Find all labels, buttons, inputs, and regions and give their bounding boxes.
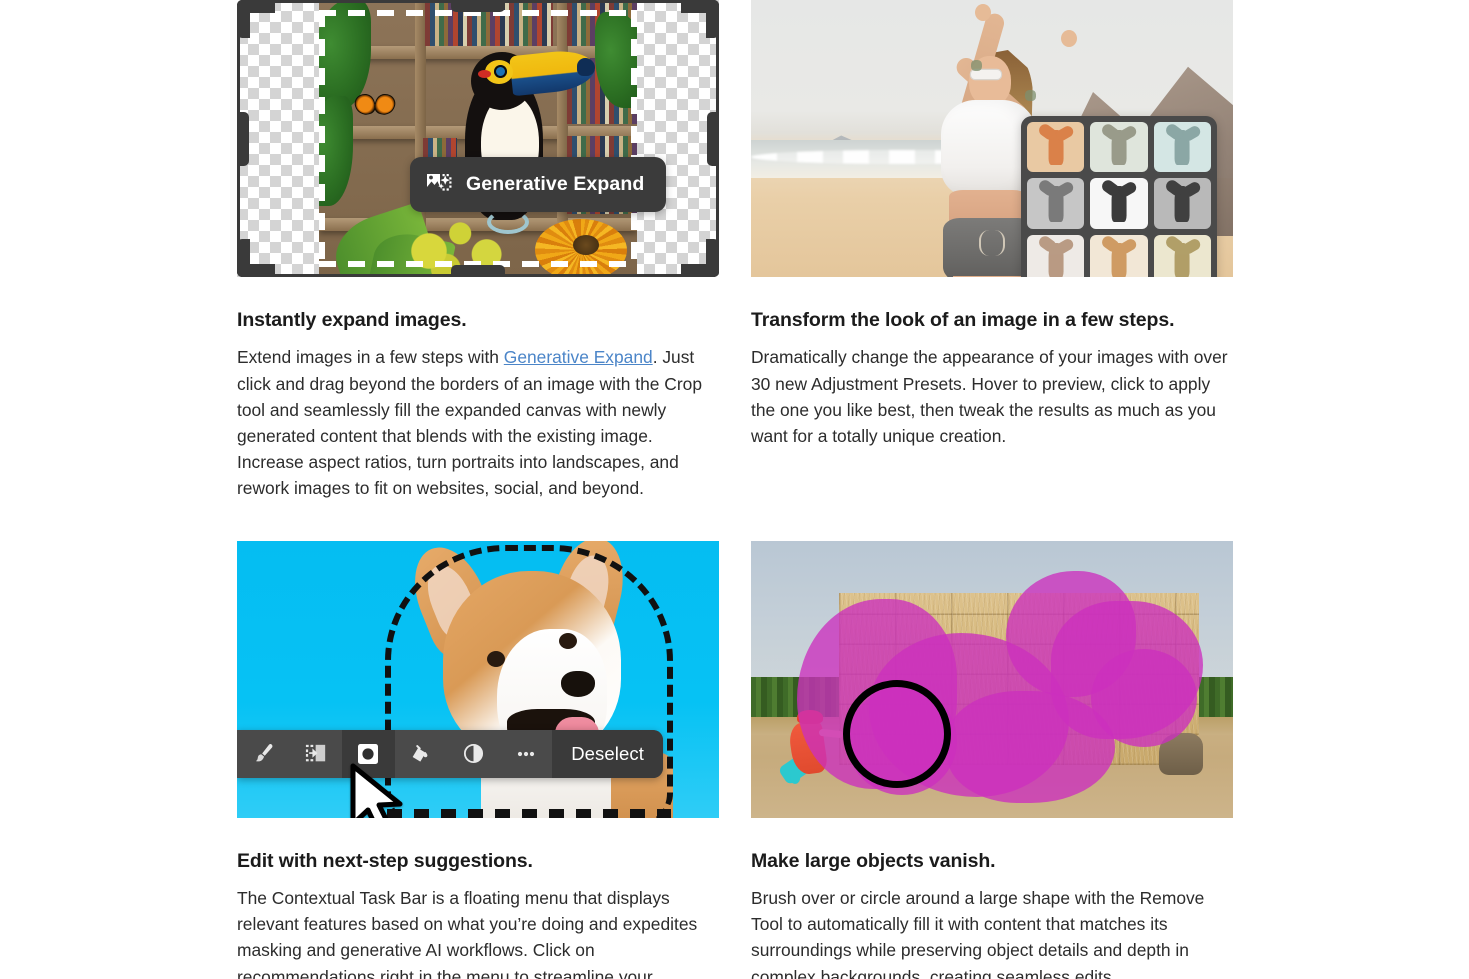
adjustment-presets-image bbox=[751, 0, 1233, 277]
corgi-eye bbox=[559, 632, 577, 649]
preset-thumbnail[interactable] bbox=[1153, 122, 1211, 173]
body-text-lead: Extend images in a few steps with bbox=[237, 347, 504, 368]
preset-thumbnail[interactable] bbox=[1027, 234, 1085, 277]
feature-card-adjustment-presets: Transform the look of an image in a few … bbox=[751, 0, 1233, 502]
child-hat bbox=[797, 709, 823, 724]
generative-expand-canvas-image: Generative Expand bbox=[237, 0, 719, 277]
tattoo bbox=[971, 60, 982, 71]
yellow-flowers bbox=[405, 203, 525, 277]
card-body: The Contextual Task Bar is a floating me… bbox=[237, 887, 698, 979]
feature-grid-page: Generative Expand Instantly expand image… bbox=[0, 0, 1469, 979]
feature-grid: Generative Expand Instantly expand image… bbox=[237, 0, 1233, 979]
feature-card-remove-tool: Make large objects vanish. Brush over or… bbox=[751, 540, 1233, 979]
child-in-red-dress bbox=[777, 708, 844, 786]
hand-left bbox=[975, 4, 991, 21]
remove-tool-image bbox=[751, 540, 1233, 818]
butterfly bbox=[352, 91, 398, 118]
preset-thumbnail[interactable] bbox=[1027, 178, 1085, 229]
card-title: Instantly expand images. bbox=[237, 309, 467, 331]
toucan-beak-tip bbox=[577, 58, 595, 76]
legs bbox=[953, 276, 1027, 277]
brush-tool-icon[interactable] bbox=[237, 730, 290, 778]
feature-card-contextual-task-bar: Deselect Edit with next-step suggestions… bbox=[237, 540, 719, 979]
generative-expand-link[interactable]: Generative Expand bbox=[504, 347, 653, 367]
preset-thumbnail[interactable] bbox=[1090, 234, 1148, 277]
preset-thumbnail[interactable] bbox=[1090, 178, 1148, 229]
mask-icon[interactable] bbox=[342, 729, 395, 778]
corgi-eye bbox=[487, 650, 505, 667]
preset-thumbnail[interactable] bbox=[1153, 178, 1211, 229]
corgi-nose bbox=[561, 670, 595, 697]
hay-field-scene bbox=[751, 540, 1233, 818]
preset-thumbnail[interactable] bbox=[1090, 122, 1148, 173]
body-text-rest: . Just click and drag beyond the borders… bbox=[237, 347, 702, 499]
card-body: Dramatically change the appearance of yo… bbox=[751, 347, 1228, 446]
card-title: Make large objects vanish. bbox=[751, 849, 996, 872]
fill-bucket-icon[interactable] bbox=[395, 730, 448, 778]
butterfly-wing bbox=[372, 91, 398, 118]
sunflower-core bbox=[573, 235, 599, 255]
preset-thumbnail[interactable] bbox=[1153, 234, 1211, 277]
adjustment-presets-panel[interactable] bbox=[1021, 116, 1217, 277]
more-options-icon[interactable] bbox=[500, 730, 553, 778]
toucan-face-marking bbox=[478, 70, 491, 78]
card-title: Transform the look of an image in a few … bbox=[751, 309, 1175, 331]
generative-expand-label: Generative Expand bbox=[466, 173, 645, 195]
adjustment-layer-icon[interactable] bbox=[447, 730, 500, 778]
sunglasses bbox=[971, 70, 1001, 79]
tattoo bbox=[1025, 90, 1036, 101]
deselect-button[interactable]: Deselect bbox=[552, 729, 663, 778]
card-body: Extend images in a few steps with Genera… bbox=[237, 344, 719, 501]
hand-right bbox=[1061, 30, 1077, 47]
toucan-eye bbox=[494, 65, 507, 78]
feature-card-generative-expand: Generative Expand Instantly expand image… bbox=[237, 0, 719, 502]
lasso-circle bbox=[843, 679, 951, 788]
generative-expand-button[interactable]: Generative Expand bbox=[410, 157, 667, 212]
dog bbox=[1159, 732, 1203, 775]
generative-expand-icon bbox=[426, 172, 452, 198]
contextual-task-bar[interactable]: Deselect bbox=[237, 729, 663, 778]
preset-thumbnail[interactable] bbox=[1027, 122, 1085, 173]
card-title: Edit with next-step suggestions. bbox=[237, 849, 533, 872]
select-subject-icon[interactable] bbox=[290, 730, 343, 778]
toucan-photo bbox=[319, 0, 637, 277]
card-body: Brush over or circle around a large shap… bbox=[751, 887, 1205, 979]
contextual-task-bar-image: Deselect bbox=[237, 540, 719, 818]
